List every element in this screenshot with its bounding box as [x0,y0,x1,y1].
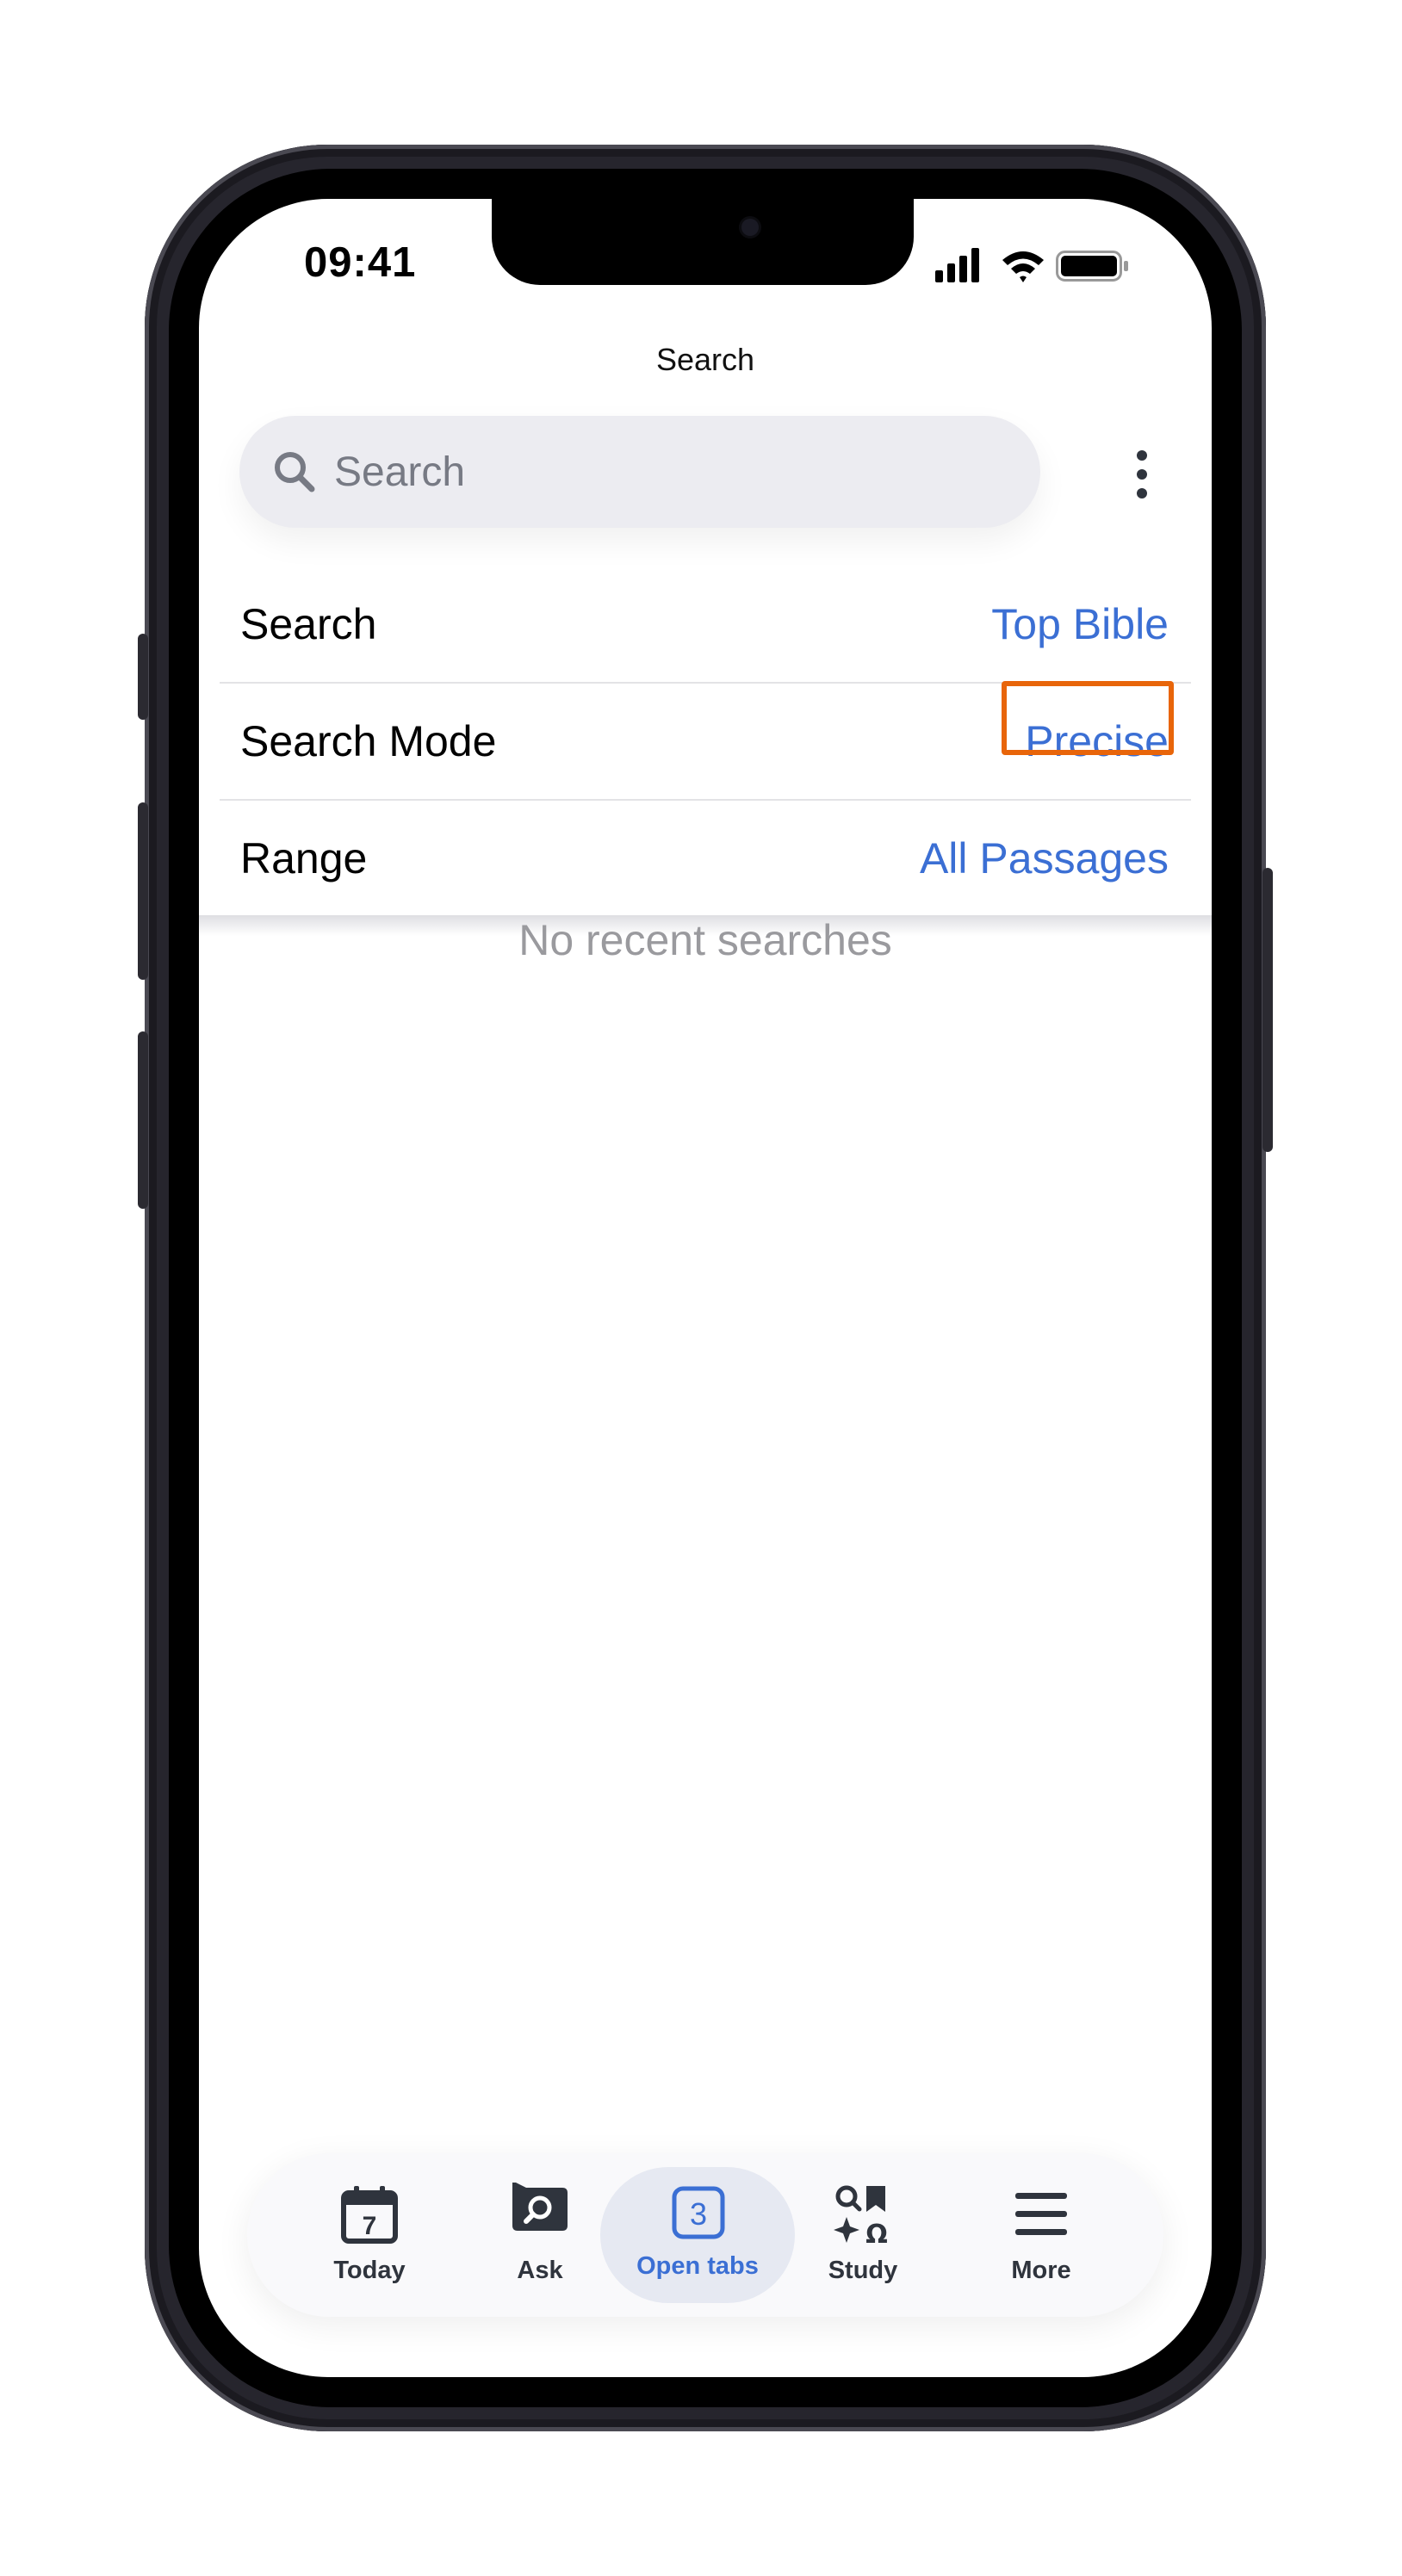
search-input[interactable] [334,416,1006,528]
volume-up-button [138,802,148,980]
cellular-signal-icon [935,248,979,282]
calendar-icon: 7 [341,2186,398,2244]
status-time: 09:41 [304,239,417,286]
tab-label: Open tabs [636,2252,759,2280]
front-camera [741,219,759,236]
tab-more[interactable]: More [955,2153,1127,2317]
volume-down-button [138,1031,148,1209]
highlight-box [1002,681,1174,755]
tab-today[interactable]: 7 Today [283,2153,456,2317]
battery-icon [1056,251,1128,282]
tab-open-tabs[interactable]: 3 Open tabs [611,2153,784,2317]
more-options-icon[interactable] [1129,449,1155,500]
svg-text:Ω: Ω [865,2220,888,2245]
tabs-count-icon: 3 [672,2186,725,2239]
divider [220,799,1191,801]
tab-label: Today [333,2257,406,2284]
calendar-day: 7 [363,2212,377,2240]
wifi-icon [1002,251,1044,282]
tab-bar: 7 Today Ask 3 Open tabs Ω Study More [247,2153,1163,2317]
tab-ask[interactable]: Ask [454,2153,626,2317]
search-bar[interactable] [239,416,1040,528]
status-icons [935,248,1128,282]
setting-label: Search [240,600,377,648]
silent-switch [138,634,148,720]
hamburger-menu-icon [1015,2193,1067,2235]
chat-search-icon [512,2183,568,2231]
setting-value-range[interactable]: All Passages [920,802,1169,915]
page-title: Search [655,342,755,377]
search-icon [275,452,315,492]
setting-label: Range [240,834,368,882]
tab-study[interactable]: Ω Study [777,2153,949,2317]
setting-row-search[interactable]: Search Top Bible [199,567,1212,681]
tab-label: More [1011,2257,1071,2284]
phone-screen: 09:41 Search Search Search Top Bible Sea… [199,199,1212,2377]
tab-label: Study [828,2257,898,2284]
power-button [1262,868,1273,1152]
setting-label: Search Mode [240,717,497,765]
empty-state-text: No recent searches [518,916,892,964]
notch [492,199,914,285]
open-tabs-count: 3 [690,2196,707,2232]
study-icon: Ω [834,2185,888,2245]
setting-value-translation[interactable]: Top Bible [991,567,1169,681]
tab-label: Ask [517,2257,563,2284]
setting-row-range[interactable]: Range All Passages [199,802,1212,915]
